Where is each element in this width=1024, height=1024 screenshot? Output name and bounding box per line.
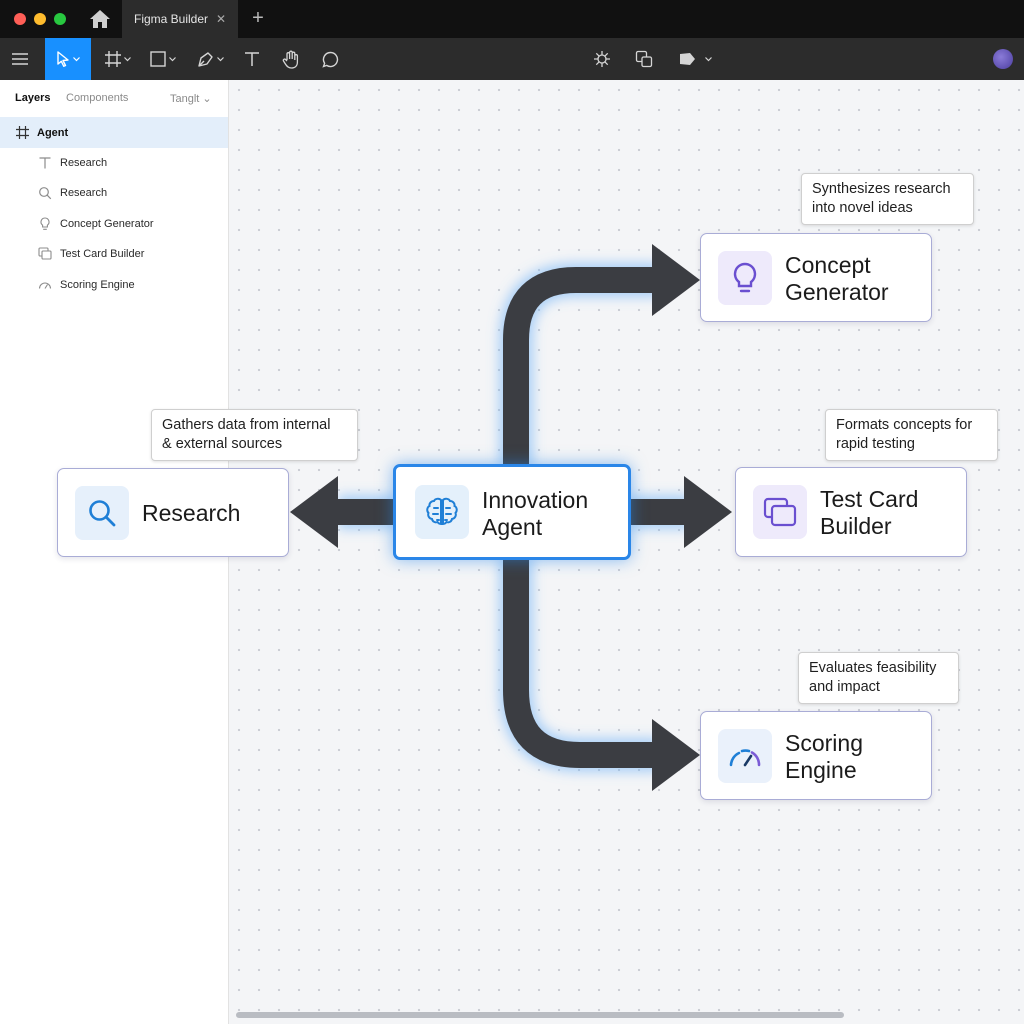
node-test-card-builder[interactable]: Test Card Builder bbox=[735, 467, 967, 557]
file-tab[interactable]: Figma Builder ✕ bbox=[122, 0, 238, 38]
note-test-card-builder[interactable]: Formats concepts for rapid testing bbox=[825, 409, 998, 461]
pen-tool-icon bbox=[197, 51, 213, 67]
cards-icon bbox=[753, 485, 807, 539]
home-icon[interactable] bbox=[88, 8, 112, 30]
note-line: into novel ideas bbox=[812, 200, 913, 216]
tag-menu-button[interactable] bbox=[674, 38, 716, 80]
hand-tool-button[interactable] bbox=[279, 38, 303, 80]
note-concept-generator[interactable]: Synthesizes research into novel ideas bbox=[801, 173, 974, 225]
file-tab-title: Figma Builder bbox=[134, 12, 209, 26]
components-icon bbox=[635, 50, 653, 68]
node-concept-generator[interactable]: Concept Generator bbox=[700, 233, 932, 322]
toolbar bbox=[0, 38, 1024, 80]
search-icon bbox=[39, 187, 52, 200]
note-research[interactable]: Gathers data from internal & external so… bbox=[151, 409, 358, 461]
text-tool-icon bbox=[245, 52, 259, 66]
brain-icon bbox=[415, 485, 469, 539]
layer-item-scoring-engine[interactable]: Scoring Engine bbox=[0, 270, 228, 300]
layer-item-concept-generator[interactable]: Concept Generator bbox=[0, 209, 228, 239]
gauge-icon bbox=[718, 728, 772, 783]
gauge-icon bbox=[38, 282, 52, 289]
frame-icon bbox=[16, 126, 29, 139]
note-line: Synthesizes research bbox=[812, 181, 951, 197]
layer-item-agent[interactable]: Agent bbox=[0, 117, 228, 148]
new-tab-button[interactable]: + bbox=[248, 7, 268, 30]
node-title-line2: Engine bbox=[785, 757, 857, 783]
move-tool-icon bbox=[57, 51, 69, 67]
user-avatar[interactable] bbox=[993, 49, 1013, 69]
layer-item-research[interactable]: Research bbox=[0, 178, 228, 208]
node-innovation-agent[interactable]: Innovation Agent bbox=[393, 464, 631, 560]
lightbulb-icon bbox=[718, 250, 772, 305]
node-title-line1: Scoring bbox=[785, 730, 863, 756]
title-bar: Figma Builder ✕ + bbox=[0, 0, 1024, 38]
node-title-line1: Test Card bbox=[820, 486, 919, 512]
close-window-button[interactable] bbox=[14, 13, 26, 25]
node-title-line1: Concept bbox=[785, 252, 871, 278]
layer-label: Research bbox=[60, 157, 108, 169]
layer-label: Research bbox=[60, 187, 108, 199]
frame-tool-button[interactable] bbox=[100, 38, 136, 80]
note-line: Formats concepts for bbox=[836, 417, 973, 433]
cards-icon bbox=[38, 247, 52, 260]
page-selector[interactable]: Tanglt ⌄ bbox=[170, 92, 212, 105]
layer-label: Agent bbox=[37, 127, 69, 139]
node-title-line1: Innovation bbox=[482, 487, 589, 513]
move-tool-button[interactable] bbox=[45, 38, 91, 80]
note-line: Evaluates feasibility bbox=[809, 660, 937, 676]
node-title-line2: Agent bbox=[482, 514, 543, 540]
horizontal-scrollbar[interactable] bbox=[236, 1012, 844, 1018]
maximize-window-button[interactable] bbox=[54, 13, 66, 25]
node-scoring-engine[interactable]: Scoring Engine bbox=[700, 711, 932, 800]
close-tab-icon[interactable]: ✕ bbox=[216, 12, 226, 26]
comment-tool-icon bbox=[321, 51, 338, 68]
tab-layers[interactable]: Layers bbox=[15, 92, 50, 104]
menu-icon[interactable] bbox=[6, 38, 34, 80]
shape-tool-button[interactable] bbox=[145, 38, 181, 80]
note-line: and impact bbox=[809, 679, 880, 695]
layer-item-test-card-builder[interactable]: Test Card Builder bbox=[0, 239, 228, 269]
node-title-line2: Builder bbox=[820, 513, 892, 539]
frame-tool-icon bbox=[105, 51, 121, 67]
text-icon bbox=[39, 157, 51, 169]
plugins-button[interactable] bbox=[590, 38, 614, 80]
layer-item-research-text[interactable]: Research bbox=[0, 148, 228, 178]
node-title-line2: Generator bbox=[785, 279, 889, 305]
plugins-icon bbox=[594, 51, 610, 67]
components-button[interactable] bbox=[632, 38, 656, 80]
hand-tool-icon bbox=[282, 50, 299, 69]
layer-label: Concept Generator bbox=[60, 218, 154, 230]
lightbulb-icon bbox=[40, 217, 50, 230]
tab-components[interactable]: Components bbox=[66, 92, 128, 104]
node-title: Research bbox=[142, 500, 241, 526]
tag-icon bbox=[679, 53, 695, 65]
layer-label: Test Card Builder bbox=[60, 248, 145, 260]
shape-tool-icon bbox=[150, 51, 166, 67]
note-line: rapid testing bbox=[836, 436, 915, 452]
layer-label: Scoring Engine bbox=[60, 279, 135, 291]
node-research[interactable]: Research bbox=[57, 468, 289, 557]
note-line: & external sources bbox=[162, 436, 283, 452]
text-tool-button[interactable] bbox=[240, 38, 264, 80]
comment-tool-button[interactable] bbox=[318, 38, 342, 80]
note-scoring-engine[interactable]: Evaluates feasibility and impact bbox=[798, 652, 959, 704]
minimize-window-button[interactable] bbox=[34, 13, 46, 25]
pen-tool-button[interactable] bbox=[192, 38, 228, 80]
note-line: Gathers data from internal bbox=[162, 417, 331, 433]
search-icon bbox=[75, 485, 129, 540]
